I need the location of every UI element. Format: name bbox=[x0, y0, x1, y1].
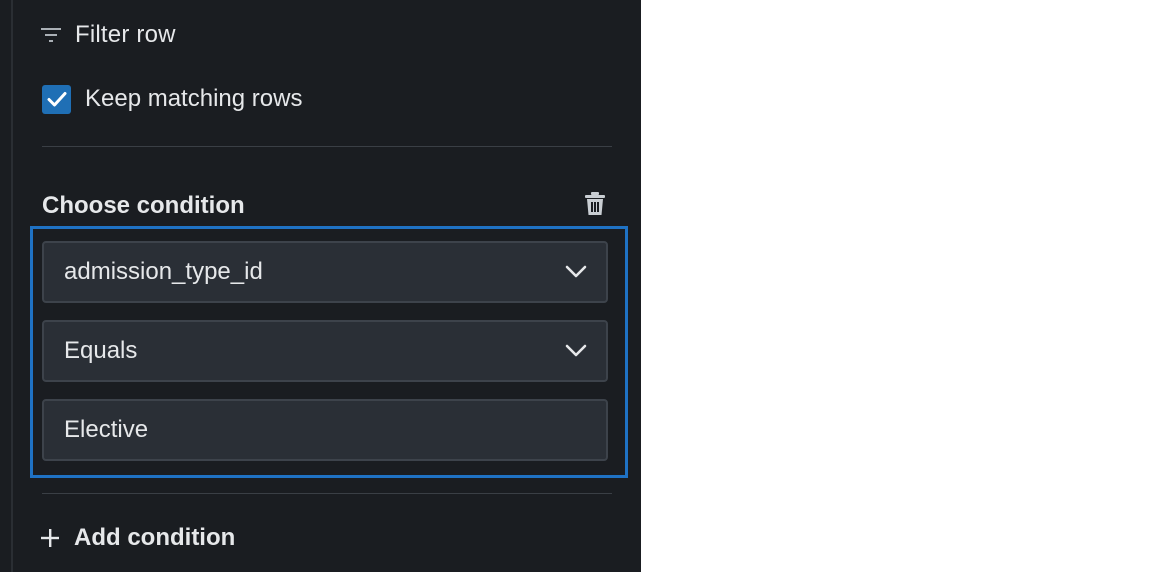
add-condition-button[interactable]: Add condition bbox=[40, 520, 235, 556]
checkbox-checked-icon[interactable] bbox=[42, 84, 71, 114]
add-condition-label: Add condition bbox=[74, 524, 236, 551]
chevron-down-icon bbox=[564, 260, 588, 284]
operator-select-value: Equals bbox=[64, 337, 138, 364]
column-select-value: admission_type_id bbox=[64, 258, 263, 285]
choose-condition-title: Choose condition bbox=[42, 192, 245, 219]
blank-canvas-area bbox=[641, 0, 1166, 572]
trash-icon bbox=[584, 191, 606, 221]
filter-lines-icon bbox=[40, 26, 62, 44]
delete-condition-button[interactable] bbox=[582, 191, 608, 221]
section-divider bbox=[42, 146, 612, 147]
chevron-down-icon bbox=[564, 339, 588, 363]
plus-icon bbox=[40, 528, 60, 548]
column-select[interactable]: admission_type_id bbox=[42, 241, 608, 303]
keep-matching-rows-checkbox[interactable]: Keep matching rows bbox=[42, 84, 302, 114]
section-divider bbox=[42, 493, 612, 494]
panel-header: Filter row bbox=[40, 18, 176, 52]
filter-row-panel: Filter row Keep matching rows Choose con… bbox=[0, 0, 641, 572]
value-input[interactable] bbox=[64, 416, 588, 444]
operator-select[interactable]: Equals bbox=[42, 320, 608, 382]
value-field[interactable] bbox=[42, 399, 608, 461]
keep-matching-rows-label: Keep matching rows bbox=[85, 85, 303, 112]
panel-left-rail bbox=[11, 0, 13, 572]
panel-title: Filter row bbox=[75, 21, 176, 48]
